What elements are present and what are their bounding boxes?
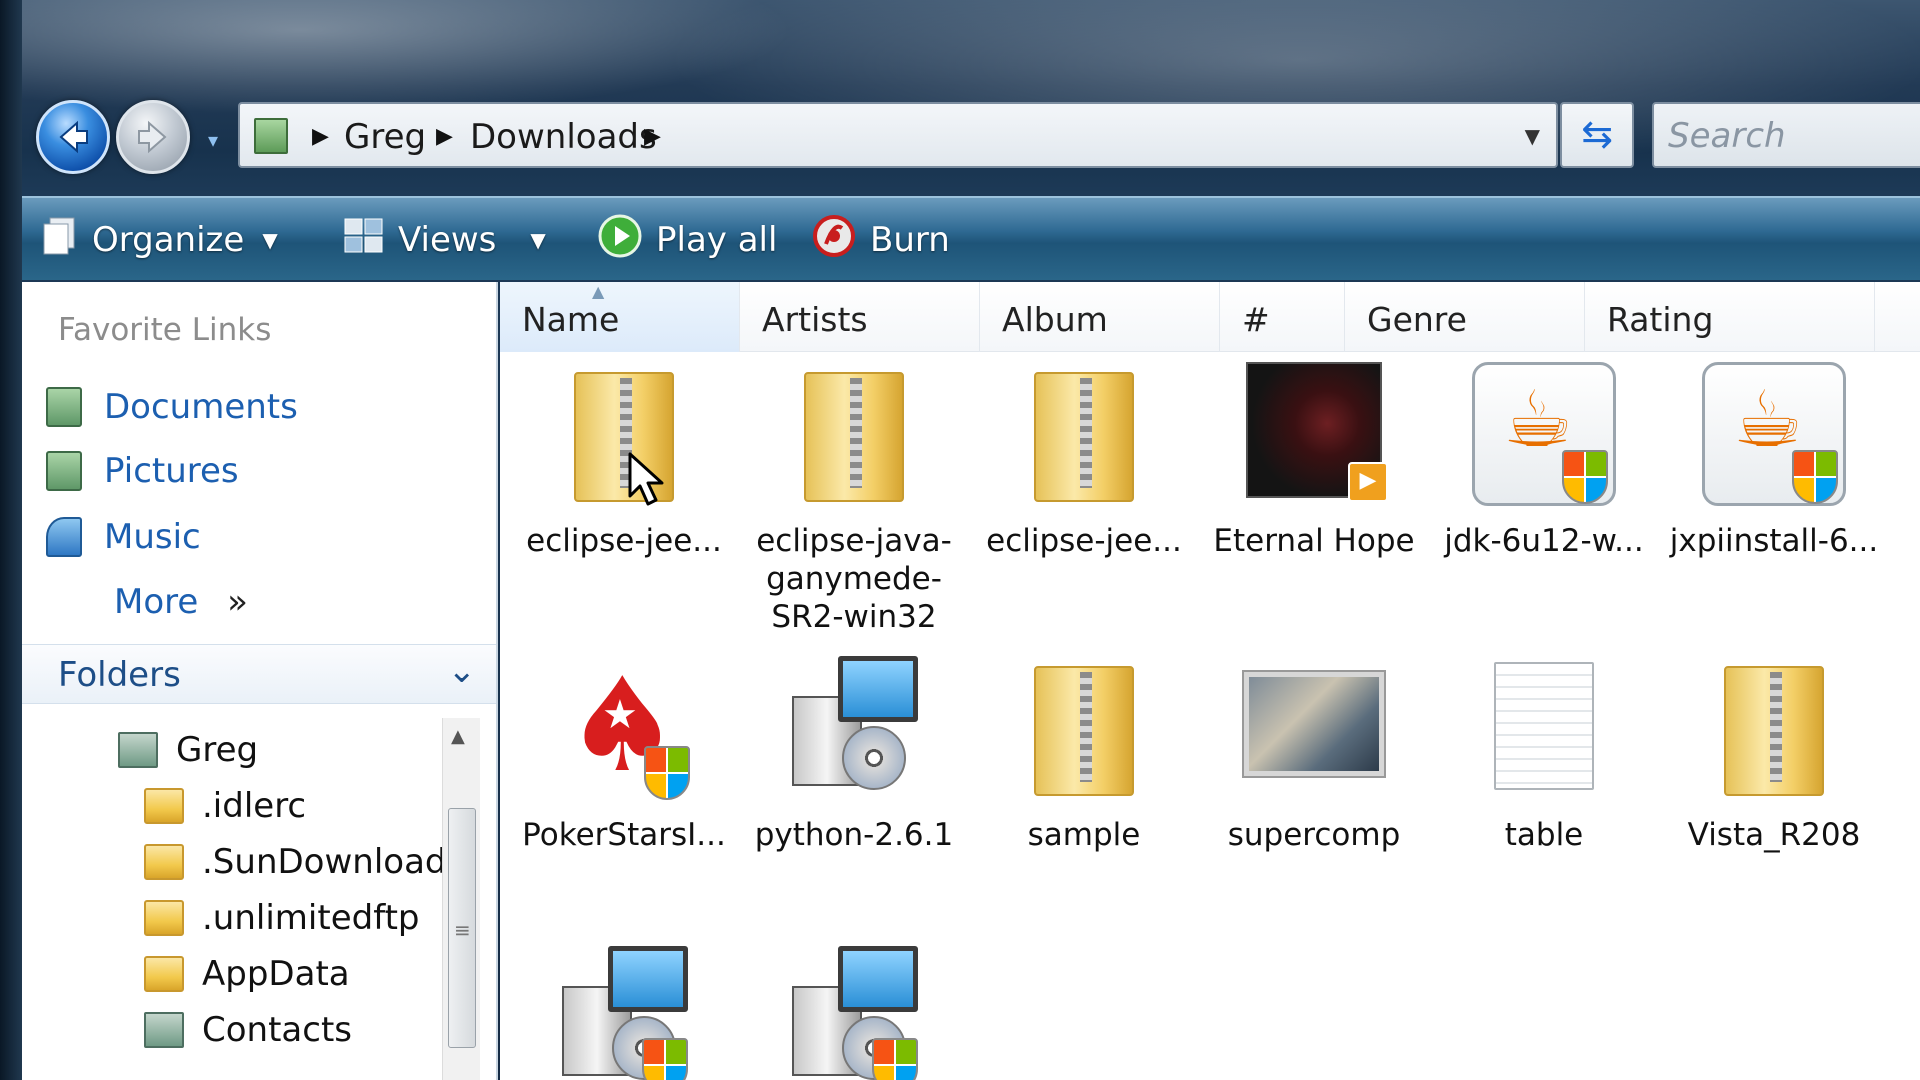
column-artists[interactable]: Artists (740, 282, 980, 352)
file-item[interactable]: ♠ ★ PokerStarsI... (514, 650, 734, 854)
sort-up-icon: ▲ (592, 282, 605, 301)
text-document-icon (1494, 662, 1594, 790)
file-item[interactable]: table (1434, 656, 1654, 854)
uac-shield-icon (1562, 450, 1608, 504)
search-box[interactable] (1652, 102, 1920, 168)
tree-item-greg[interactable]: Greg (118, 726, 258, 774)
search-input[interactable] (1668, 114, 1920, 158)
burn-button[interactable]: Burn (812, 214, 950, 266)
breadcrumb-separator-icon[interactable]: ▶ (312, 122, 329, 152)
column-number[interactable]: # (1220, 282, 1345, 352)
music-icon (46, 517, 82, 557)
documents-icon (46, 387, 82, 427)
breadcrumb-greg[interactable]: Greg (344, 118, 426, 156)
favorite-pictures[interactable]: Pictures (46, 446, 239, 496)
uac-shield-icon (642, 1038, 688, 1080)
burn-disc-icon (812, 214, 856, 267)
back-arrow-icon (59, 120, 88, 154)
tree-item-unlimitedftp[interactable]: .unlimitedftp (144, 894, 419, 942)
play-icon (598, 214, 642, 267)
navigation-pane: Favorite Links Documents Pictures Music … (22, 282, 498, 1080)
file-item[interactable]: eclipse-jee... (514, 354, 734, 564)
file-item[interactable]: eclipse-java-ganymede-SR2-win32 (744, 362, 964, 636)
file-item[interactable]: python-2.6.1 (744, 656, 964, 854)
forward-arrow-icon (138, 120, 167, 154)
file-item[interactable] (514, 946, 734, 1080)
zip-folder-icon (1034, 372, 1134, 502)
favorite-documents[interactable]: Documents (46, 382, 298, 432)
zip-folder-icon (1724, 666, 1824, 796)
recent-pages-dropdown[interactable]: ▾ (198, 128, 228, 152)
star-icon: ★ (602, 692, 638, 738)
double-chevron-icon: » (227, 582, 248, 622)
play-badge-icon: ▶ (1348, 462, 1388, 502)
organize-button[interactable]: Organize ▼ (42, 214, 278, 266)
chevron-down-icon: ▼ (262, 228, 278, 252)
folders-header[interactable]: Folders ⌄ (22, 644, 496, 704)
file-item[interactable]: eclipse-jee... (974, 362, 1194, 560)
file-item[interactable]: ▶ Eternal Hope (1204, 362, 1424, 560)
uac-shield-icon (872, 1038, 918, 1080)
column-name[interactable]: ▲ Name (500, 282, 740, 352)
refresh-icon: ⇆ (1581, 112, 1613, 156)
tree-item-contacts[interactable]: Contacts (144, 1006, 352, 1054)
favorite-music[interactable]: Music (46, 512, 201, 562)
folder-icon (144, 956, 184, 992)
address-dropdown-icon[interactable]: ▼ (1525, 124, 1540, 148)
installer-icon (792, 656, 922, 796)
zip-folder-icon (1034, 666, 1134, 796)
zip-folder-icon (804, 372, 904, 502)
file-list: ▲ Name Artists Album # Genre Rating ecli… (500, 282, 1920, 1080)
contacts-icon (144, 1012, 184, 1048)
scroll-up-icon[interactable]: ▲ (451, 726, 465, 747)
file-item[interactable]: ☕ jdk-6u12-w... (1434, 362, 1654, 560)
user-folder-icon (118, 732, 158, 768)
command-bar: Organize ▼ Views ▼ Play all Burn (22, 196, 1920, 280)
pictures-icon (46, 451, 82, 491)
views-button[interactable]: Views ▼ (344, 214, 546, 266)
tree-item-idlerc[interactable]: .idlerc (144, 782, 306, 830)
forward-button[interactable] (116, 100, 190, 174)
chevron-down-icon: ⌄ (447, 651, 477, 691)
breadcrumb-separator-icon[interactable]: ▶ (644, 122, 661, 152)
organize-icon (42, 216, 78, 265)
window-edge (0, 0, 22, 1080)
image-thumbnail-icon (1244, 672, 1384, 776)
play-all-button[interactable]: Play all (598, 214, 777, 266)
tree-item-sundownload[interactable]: .SunDownload (144, 838, 447, 886)
refresh-button[interactable]: ⇆ (1560, 102, 1634, 168)
location-icon (254, 118, 288, 154)
column-genre[interactable]: Genre (1345, 282, 1585, 352)
file-item[interactable]: sample (974, 656, 1194, 854)
folder-icon (144, 788, 184, 824)
uac-shield-icon (1792, 450, 1838, 504)
uac-shield-icon (644, 746, 690, 800)
file-item[interactable]: Vista_R208 (1664, 656, 1884, 854)
favorite-links-heading: Favorite Links (58, 312, 272, 348)
mouse-cursor-icon (628, 452, 664, 506)
breadcrumb-separator-icon[interactable]: ▶ (436, 122, 453, 152)
column-album[interactable]: Album (980, 282, 1220, 352)
file-item[interactable]: ☕ jxpiinstall-6... (1664, 362, 1884, 560)
file-item[interactable]: supercomp (1204, 656, 1424, 854)
breadcrumb-downloads[interactable]: Downloads (470, 118, 657, 156)
column-header-row: ▲ Name Artists Album # Genre Rating (500, 282, 1920, 352)
scrollbar-grip-icon: ≡ (454, 918, 471, 942)
folder-icon (144, 844, 184, 880)
chevron-down-icon[interactable]: ▼ (530, 228, 545, 252)
more-favorites-link[interactable]: More » (114, 582, 248, 622)
back-button[interactable] (36, 100, 110, 174)
views-icon (344, 218, 384, 263)
folder-tree-scrollbar[interactable]: ▲ ≡ (442, 718, 480, 1080)
column-rating[interactable]: Rating (1585, 282, 1875, 352)
tree-item-appdata[interactable]: AppData (144, 950, 350, 998)
file-item[interactable] (744, 946, 964, 1080)
folder-icon (144, 900, 184, 936)
address-bar[interactable]: ▶ Greg ▶ Downloads ▶ ▼ (238, 102, 1558, 168)
